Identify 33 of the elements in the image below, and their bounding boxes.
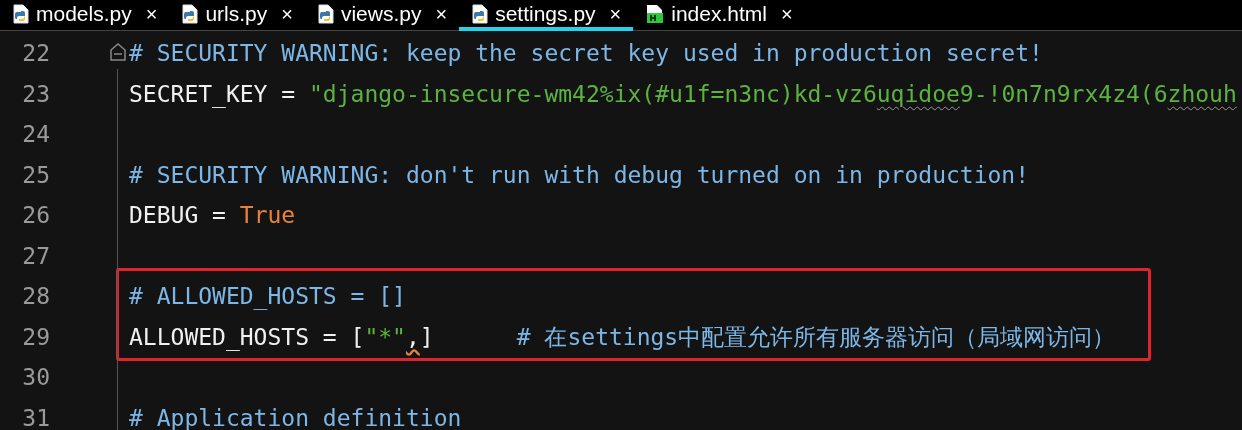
close-icon[interactable]: × [609, 3, 622, 24]
close-icon[interactable]: × [435, 3, 448, 24]
editor-tab[interactable]: index.html × [633, 0, 805, 31]
code-line: # Application definition [129, 403, 462, 430]
line-number: 31 [21, 403, 50, 430]
close-icon[interactable]: × [780, 3, 793, 24]
python-file-icon [316, 3, 335, 24]
line-number: 30 [21, 363, 50, 392]
line-number: 24 [21, 120, 50, 149]
code-line: ALLOWED_HOSTS = ["*",] # 在settings中配置允许所有服务器访问（局域网访问） [129, 322, 1116, 353]
line-number: 23 [21, 79, 50, 109]
python-file-icon [471, 3, 490, 24]
line-number: 28 [21, 282, 50, 311]
line-number: 22 [21, 39, 50, 68]
html-file-icon [645, 3, 666, 24]
line-number: 27 [21, 241, 50, 271]
code-line: # SECURITY WARNING: don't run with debug turned on in production! [129, 160, 1030, 190]
editor-tab[interactable]: settings.py × [459, 0, 634, 31]
code-line: # ALLOWED_HOSTS = [] [129, 282, 406, 312]
code-line: DEBUG = True [129, 201, 296, 230]
close-icon[interactable]: × [281, 3, 293, 24]
editor-tab[interactable]: views.py × [304, 0, 460, 31]
code-line: # SECURITY WARNING: keep the secret key used in production secret! [129, 39, 1043, 68]
python-file-icon [181, 3, 200, 24]
line-number: 25 [21, 160, 50, 190]
python-file-icon [12, 3, 30, 24]
code-line: SECRET_KEY = "django-insecure-wm42%ix(#u1f=n3nc)kd-vz6uqidoe9-!0n7n9rx4z4(6zhouh [129, 79, 1237, 110]
line-number: 26 [21, 201, 50, 230]
editor-tab[interactable]: urls.py × [169, 0, 305, 31]
fold-marker-icon[interactable] [110, 43, 126, 61]
close-icon[interactable]: × [145, 3, 158, 24]
editor-tab[interactable]: models.py × [0, 0, 170, 31]
line-number: 29 [21, 322, 50, 352]
